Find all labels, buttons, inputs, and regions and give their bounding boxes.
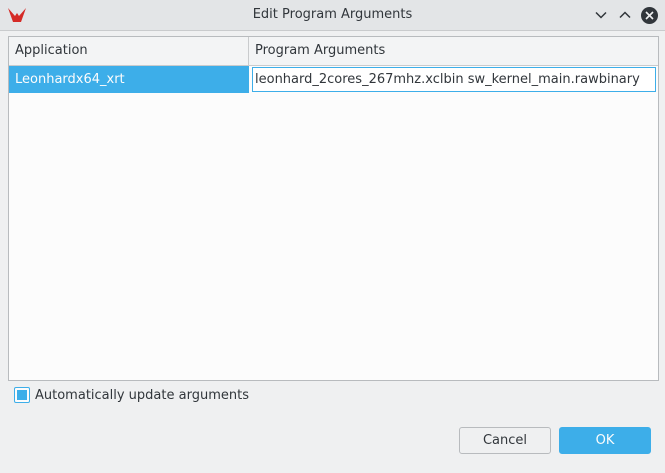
chevron-down-icon: [595, 11, 607, 19]
cancel-button[interactable]: Cancel: [459, 427, 551, 454]
close-icon: [640, 6, 658, 24]
auto-update-checkbox[interactable]: [14, 387, 30, 403]
program-arguments-input[interactable]: [255, 72, 649, 87]
application-cell[interactable]: Leonhardx64_xrt: [9, 66, 249, 93]
minimize-button[interactable]: [592, 6, 610, 24]
title-bar: Edit Program Arguments: [0, 0, 665, 31]
close-button[interactable]: [640, 6, 658, 24]
window-title: Edit Program Arguments: [252, 7, 413, 22]
column-header-application[interactable]: Application: [9, 37, 249, 65]
column-header-program-arguments[interactable]: Program Arguments: [249, 37, 658, 65]
auto-update-option[interactable]: Automatically update arguments: [14, 386, 249, 404]
maximize-button[interactable]: [616, 6, 634, 24]
auto-update-label: Automatically update arguments: [35, 387, 249, 403]
table-header: Application Program Arguments: [9, 37, 658, 66]
chevron-up-icon: [619, 11, 631, 19]
arguments-table: Application Program Arguments Leonhardx6…: [8, 36, 659, 381]
table-row[interactable]: Leonhardx64_xrt: [9, 66, 658, 93]
program-arguments-editor[interactable]: [252, 67, 656, 92]
checkbox-checked-indicator: [17, 390, 27, 400]
ok-button[interactable]: OK: [559, 427, 651, 454]
